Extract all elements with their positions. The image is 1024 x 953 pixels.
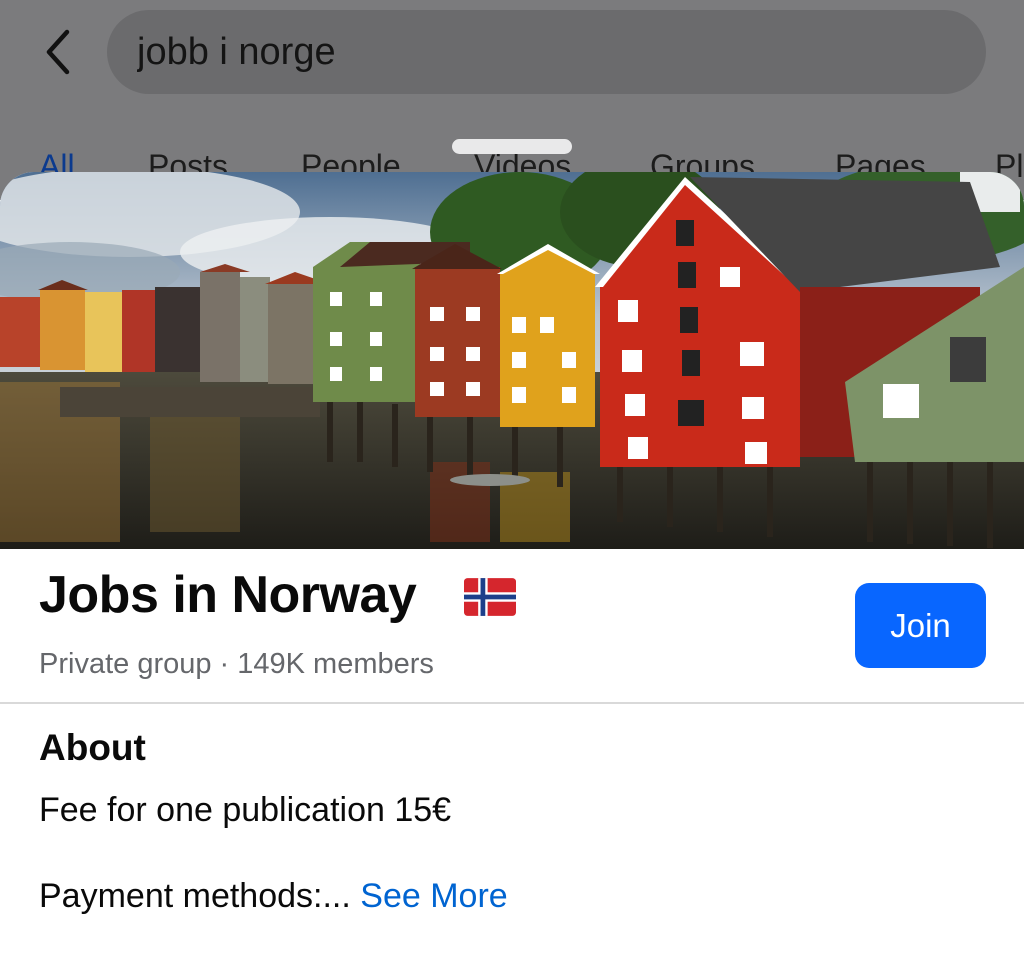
sheet-grabber[interactable]	[452, 139, 572, 154]
about-payment-text: Payment methods:...	[39, 877, 351, 915]
back-button[interactable]	[30, 22, 86, 82]
section-divider	[0, 702, 1024, 704]
group-preview-sheet: Jobs in Norway Private group · 149K memb…	[0, 172, 1024, 953]
search-bar[interactable]	[107, 10, 986, 94]
about-fee-text: Fee for one publication 15€	[39, 791, 452, 829]
join-button[interactable]: Join	[855, 583, 986, 668]
about-payment-line: Payment methods:... See More	[39, 877, 508, 916]
group-name[interactable]: Jobs in Norway	[39, 565, 417, 625]
about-heading: About	[39, 727, 146, 768]
group-meta-info: Private group · 149K members	[39, 648, 434, 680]
norway-flag-icon	[464, 578, 516, 616]
see-more-link[interactable]: See More	[360, 877, 507, 915]
search-results-background: All Posts People Videos Groups Pages Pl	[0, 0, 1024, 200]
search-input[interactable]	[137, 10, 957, 94]
chevron-left-icon	[46, 29, 70, 75]
group-cover-photo	[0, 172, 1024, 549]
